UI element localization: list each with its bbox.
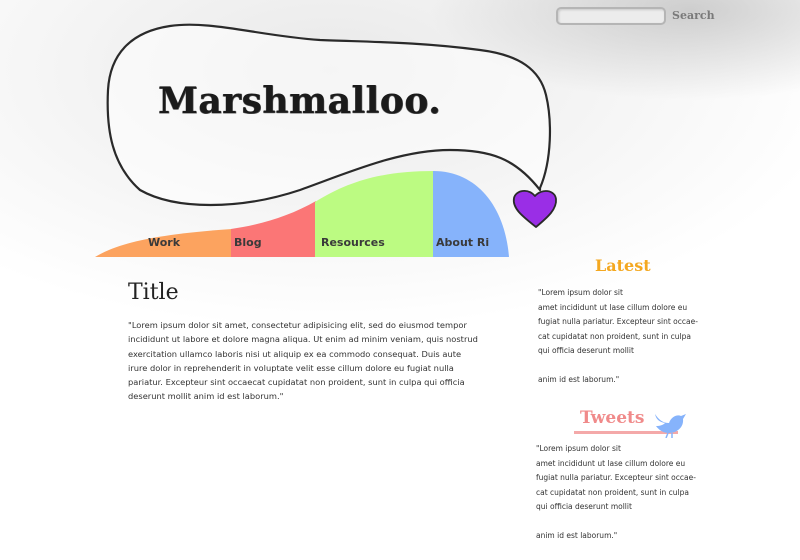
latest-line: "Lorem ipsum dolor sit bbox=[538, 288, 623, 297]
tweet-line: "Lorem ipsum dolor sit bbox=[536, 444, 621, 453]
latest-line: anim id est laborum." bbox=[538, 375, 620, 384]
site-logo[interactable]: Marshmalloo. bbox=[158, 80, 441, 122]
tweets-text: "Lorem ipsum dolor sit amet incididunt u… bbox=[536, 442, 706, 544]
latest-spacer bbox=[538, 359, 708, 374]
tweet-line: qui officia deserunt mollit bbox=[536, 502, 632, 511]
latest-heading: Latest bbox=[595, 256, 651, 275]
nav-item-about[interactable]: About Ri bbox=[436, 236, 489, 249]
page-title: Title bbox=[128, 280, 179, 305]
article-body: "Lorem ipsum dolor sit amet, consectetur… bbox=[128, 320, 478, 402]
tweets-heading: Tweets bbox=[580, 408, 645, 428]
latest-line: fugiat nulla pariatur. Excepteur sint oc… bbox=[538, 317, 698, 326]
tweet-line: amet incididunt ut lase cillum dolore eu bbox=[536, 458, 686, 468]
latest-line: cat cupidatat non proident, sunt in culp… bbox=[538, 331, 691, 341]
latest-text: "Lorem ipsum dolor sit amet incididunt u… bbox=[538, 286, 708, 388]
header-artwork bbox=[95, 23, 557, 257]
bird-icon bbox=[655, 414, 686, 438]
nav-item-resources[interactable]: Resources bbox=[321, 236, 385, 249]
nav-item-work[interactable]: Work bbox=[148, 236, 180, 249]
tweet-line: fugiat nulla pariatur. Excepteur sint oc… bbox=[536, 473, 696, 482]
tweet-line: anim id est laborum." bbox=[536, 531, 618, 540]
tweet-line: cat cupidatat non proident, sunt in culp… bbox=[536, 487, 689, 497]
tweets-spacer bbox=[536, 515, 706, 530]
latest-line: qui officia deserunt mollit bbox=[538, 346, 634, 355]
latest-line: amet incididunt ut lase cillum dolore eu bbox=[538, 302, 688, 312]
heart-icon bbox=[512, 190, 557, 228]
nav-item-blog[interactable]: Blog bbox=[234, 236, 262, 249]
